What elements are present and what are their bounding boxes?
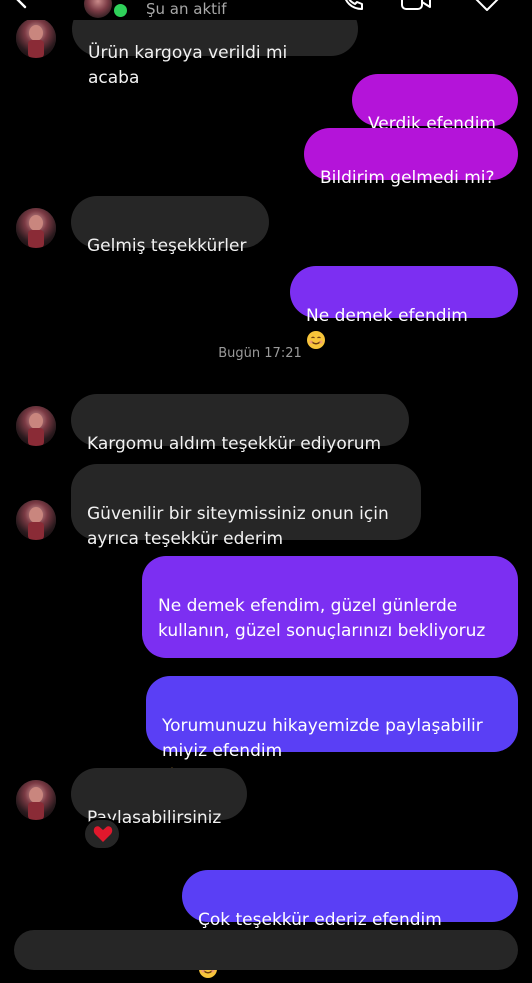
message-text: Gelmiş teşekkürler [87,236,247,256]
online-indicator [112,2,129,19]
phone-icon[interactable] [340,0,366,12]
message-bubble-outgoing[interactable]: Yorumunuzu hikayemizde paylaşabilir miyi… [146,676,518,783]
contact-avatar[interactable] [16,18,56,58]
chevron-left-icon[interactable] [10,0,32,10]
message-bubble-outgoing[interactable]: Ne demek efendim, güzel günlerde kullanı… [142,556,518,714]
message-text: Ne demek efendim, güzel günlerde kullanı… [158,596,486,641]
message-bubble-incoming[interactable]: Gelmiş teşekkürler [71,196,269,256]
heart-icon[interactable] [472,0,502,12]
message-bubble-incoming[interactable]: Güvenilir bir siteymissiniz onun için ay… [71,464,421,549]
message-reaction[interactable] [83,818,121,850]
message-text: Kargomu aldım teşekkür ediyorum [87,434,382,454]
message-text: Bildirim gelmedi mi? [320,168,495,188]
message-text: Yorumunuzu hikayemizde paylaşabilir miyi… [162,716,483,761]
contact-status: Şu an aktif [146,0,227,18]
message-bubble-outgoing[interactable]: Ne demek efendim [290,266,518,349]
message-bubble-outgoing[interactable]: Verdik efendim [352,74,518,134]
message-composer[interactable] [14,930,518,970]
contact-avatar[interactable] [16,500,56,540]
message-bubble-incoming[interactable]: Kargomu aldım teşekkür ediyorum [71,394,409,454]
message-bubble-incoming[interactable]: Paylasabilirsiniz [71,768,247,828]
contact-avatar[interactable] [16,208,56,248]
heart-icon [93,826,113,842]
contact-avatar[interactable] [84,0,112,18]
message-bubble-outgoing[interactable]: Bildirim gelmedi mi? [304,128,518,188]
date-separator: Bugün 17:21 [218,346,302,361]
video-camera-icon[interactable] [400,0,432,12]
message-text: Çok teşekkür ederiz efendim [198,910,442,930]
message-text: Güvenilir bir siteymissiniz onun için ay… [87,504,389,549]
contact-avatar[interactable] [16,406,56,446]
message-text: Ne demek efendim [306,306,468,326]
chat-header: Şu an aktif [0,0,532,20]
message-bubble-outgoing[interactable]: Çok teşekkür ederiz efendim [182,870,518,978]
contact-avatar[interactable] [16,780,56,820]
message-text: Ürün kargoya verildi mi acaba [88,43,288,88]
